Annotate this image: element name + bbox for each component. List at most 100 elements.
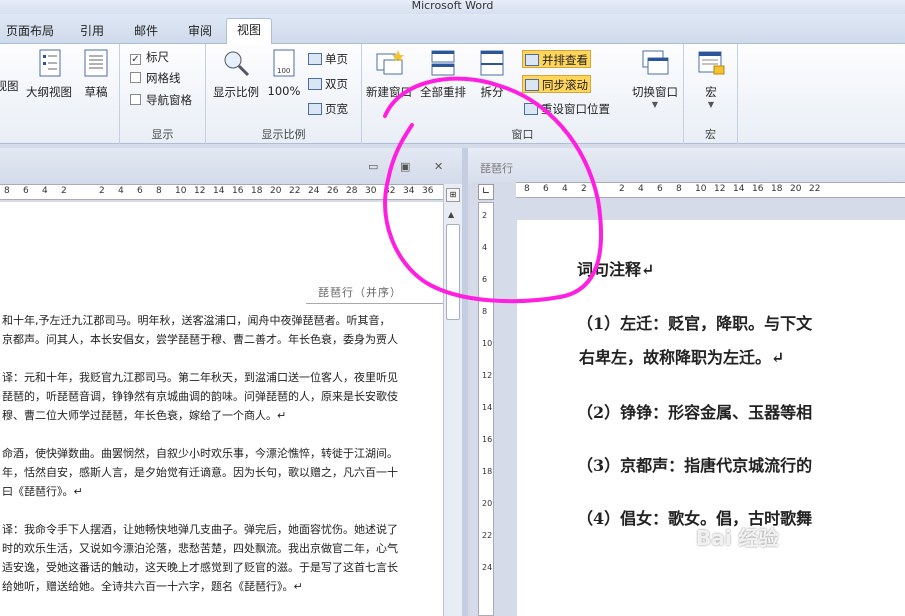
ruler-tick: 16 bbox=[232, 186, 244, 196]
ruler-tick: 2 bbox=[99, 186, 105, 196]
ruler-tick: 2 bbox=[581, 184, 587, 194]
side-by-side-label: 并排查看 bbox=[542, 53, 588, 67]
draft-view-button[interactable]: 草稿 bbox=[78, 48, 114, 100]
ruler-tick: 18 bbox=[251, 186, 263, 196]
gridlines-checkbox[interactable]: 网格线 bbox=[130, 69, 181, 87]
arrange-all-button[interactable]: 全部重排 bbox=[418, 48, 468, 100]
right-document-page[interactable]: 词句注释↵ （1）左迁：贬官，降职。与下文 右卑左，故称降职为左迁。↵ （2）铮铮：形… bbox=[517, 220, 905, 616]
left-document-page[interactable]: 琵琶行（并序） 和十年,予左迁九江郡司马。明年秋，送客湓浦口，闻舟中夜弹琵琶者。… bbox=[0, 202, 443, 616]
horizontal-ruler[interactable]: 8 6 4 2 2 4 6 8 10 12 14 16 18 20 22 24 26 28 30 32 34 36 bbox=[0, 184, 443, 200]
two-pages-icon bbox=[308, 78, 322, 90]
vruler-tick: 14 bbox=[482, 403, 493, 412]
split-icon bbox=[480, 50, 504, 76]
ruler-tick: 6 bbox=[137, 186, 143, 196]
sync-scroll-button[interactable]: 同步滚动 bbox=[522, 75, 591, 93]
one-page-button[interactable]: 单页 bbox=[308, 50, 348, 68]
ruler-checkbox[interactable]: ✓ 标尺 bbox=[130, 48, 169, 66]
document-line: 京都声。问其人，本长安倡女，尝学琵琶于穆、曹二善才。年长色衰，委身为贾人 bbox=[2, 333, 398, 346]
switch-windows-button[interactable]: 切换窗口 ▼ bbox=[626, 48, 684, 109]
right-pane-header: 琵琶行 bbox=[468, 148, 905, 182]
reset-position-icon bbox=[524, 103, 538, 115]
two-pages-button[interactable]: 双页 bbox=[308, 75, 348, 93]
document-line: 适安逸，受她这番话的触动，这天晚上才感觉到了贬官的滋。于是写了这首七言长 bbox=[2, 561, 398, 574]
new-window-icon bbox=[376, 50, 404, 75]
group-show: ✓ 标尺 网格线 导航窗格 显示 bbox=[120, 44, 206, 144]
document-line: 年，恬然自安，感斯人言，是夕始觉有迁谪意。因为长句，歌以赠之，凡六百一十 bbox=[2, 466, 398, 479]
ruler-tick: 4 bbox=[638, 184, 644, 194]
tab-selector-icon[interactable]: ∟ bbox=[478, 184, 494, 200]
side-by-side-icon bbox=[525, 54, 539, 66]
header-line bbox=[306, 280, 443, 304]
ruler-tick: 2 bbox=[61, 186, 67, 196]
ruler-toggle-icon[interactable]: ⊞ bbox=[446, 188, 460, 202]
scroll-up-icon[interactable]: ▲ bbox=[448, 210, 454, 219]
reset-window-position-button[interactable]: 重设窗口位置 bbox=[524, 100, 610, 118]
right-pane-title: 琵琶行 bbox=[480, 162, 513, 175]
document-line: 曰《琵琶行》。↵ bbox=[2, 485, 83, 498]
tab-page-layout[interactable]: 页面布局 bbox=[2, 20, 58, 44]
vertical-ruler[interactable]: 2 4 6 8 10 12 14 16 18 20 22 24 bbox=[478, 202, 494, 616]
annotation-line: （3）京都声：指唐代京城流行的 bbox=[577, 456, 813, 475]
ruler-tick: 4 bbox=[42, 186, 48, 196]
vruler-tick: 8 bbox=[482, 307, 488, 316]
vruler-tick: 22 bbox=[482, 531, 493, 540]
page-width-button[interactable]: 页宽 bbox=[308, 100, 348, 118]
app-title: Microsoft Word bbox=[411, 0, 494, 12]
ruler-tick: 2 bbox=[619, 184, 625, 194]
tab-review[interactable]: 审阅 bbox=[174, 20, 226, 44]
sync-scroll-icon bbox=[525, 79, 539, 91]
right-document-pane: 琵琶行 ∟ 8 6 4 2 2 4 6 8 10 12 14 16 18 20 22 2 4 6 8 10 12 14 1… bbox=[468, 148, 905, 616]
outline-icon bbox=[39, 49, 61, 77]
document-line: 译：元和十年，我贬官九江郡司马。第二年秋天，到湓浦口送一位客人，夜里听见 bbox=[2, 371, 398, 384]
chevron-down-icon: ▼ bbox=[651, 100, 659, 109]
vruler-tick: 4 bbox=[482, 243, 488, 252]
nav-pane-checkbox[interactable]: 导航窗格 bbox=[130, 91, 192, 109]
scroll-thumb[interactable] bbox=[446, 224, 460, 320]
group-views: 视图 大纲视图 草稿 bbox=[0, 44, 120, 144]
web-view-label: 视图 bbox=[0, 79, 19, 93]
chevron-down-icon: ▼ bbox=[707, 100, 715, 109]
ruler-tick: 6 bbox=[657, 184, 663, 194]
right-horizontal-ruler[interactable]: 8 6 4 2 2 4 6 8 10 12 14 16 18 20 22 bbox=[516, 182, 905, 198]
ruler-tick: 26 bbox=[327, 186, 339, 196]
ruler-tick: 4 bbox=[562, 184, 568, 194]
nav-pane-check-icon bbox=[130, 94, 141, 105]
minimize-icon[interactable]: ▭ bbox=[368, 160, 378, 173]
document-line: 和十年,予左迁九江郡司马。明年秋，送客湓浦口，闻舟中夜弹琵琶者。听其音， bbox=[2, 314, 391, 327]
page-width-label: 页宽 bbox=[325, 102, 348, 116]
web-view-button[interactable]: 视图 bbox=[0, 78, 20, 94]
one-page-icon bbox=[308, 53, 322, 65]
ruler-tick: 32 bbox=[384, 186, 396, 196]
ruler-tick: 14 bbox=[733, 184, 745, 194]
reset-position-label: 重设窗口位置 bbox=[541, 102, 610, 116]
tab-view[interactable]: 视图 bbox=[226, 18, 272, 45]
zoom-button[interactable]: 显示比例 bbox=[210, 48, 262, 100]
outline-view-button[interactable]: 大纲视图 bbox=[24, 48, 74, 100]
macros-button[interactable]: 宏 ▼ bbox=[692, 48, 730, 109]
ruler-tick: 10 bbox=[695, 184, 707, 194]
ruler-tick: 8 bbox=[524, 184, 530, 194]
side-by-side-button[interactable]: 并排查看 bbox=[522, 50, 591, 68]
gridlines-label: 网格线 bbox=[146, 71, 181, 85]
draft-view-label: 草稿 bbox=[84, 85, 108, 99]
new-window-button[interactable]: 新建窗口 bbox=[364, 48, 414, 100]
document-line: 命酒，使快弹数曲。曲罢悯然，自叙少小时欢乐事，今漂沦憔悴，转徙于江湖间。 bbox=[2, 447, 398, 460]
vruler-tick: 16 bbox=[482, 435, 493, 444]
vruler-tick: 10 bbox=[482, 339, 493, 348]
draft-icon bbox=[84, 49, 108, 77]
restore-icon[interactable]: ▣ bbox=[400, 160, 410, 173]
close-icon[interactable]: ✕ bbox=[434, 160, 443, 173]
vruler-tick: 6 bbox=[482, 275, 488, 284]
ruler-tick: 14 bbox=[213, 186, 225, 196]
vertical-scrollbar[interactable]: ⊞ ▲ bbox=[443, 184, 462, 616]
document-line: 穆、曹二位大师学过琵琶，年长色衰，嫁给了一个商人。↵ bbox=[2, 409, 287, 422]
gridlines-check-icon bbox=[130, 72, 141, 83]
tab-references[interactable]: 引用 bbox=[66, 20, 118, 44]
vruler-tick: 24 bbox=[482, 563, 493, 572]
split-label: 拆分 bbox=[480, 85, 504, 99]
split-button[interactable]: 拆分 bbox=[472, 48, 512, 100]
ruler-tick: 12 bbox=[714, 184, 726, 194]
annotation-line: 词句注释↵ bbox=[577, 260, 655, 279]
zoom-100-button[interactable]: 100 100% bbox=[266, 48, 302, 98]
tab-mailings[interactable]: 邮件 bbox=[120, 20, 172, 44]
